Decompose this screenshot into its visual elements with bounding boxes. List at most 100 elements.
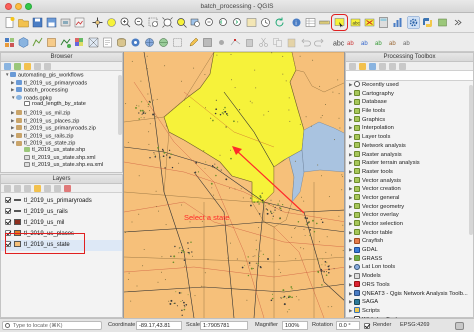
add-spatialite-icon[interactable]	[115, 36, 128, 49]
label-tool-icon[interactable]: abc	[331, 36, 344, 49]
filter-legend-icon[interactable]	[34, 185, 41, 192]
options-icon[interactable]	[399, 63, 406, 70]
processing-item[interactable]: ▶ Vector selection	[346, 220, 473, 229]
magnifier-field[interactable]: 100%	[282, 321, 308, 330]
processing-search-input[interactable]	[346, 71, 473, 81]
add-wms-icon[interactable]	[143, 36, 156, 49]
cut-features-icon[interactable]	[257, 36, 270, 49]
messages-icon[interactable]	[455, 322, 464, 330]
copy-features-icon[interactable]	[271, 36, 284, 49]
processing-item[interactable]: ▶ SAGA	[346, 298, 473, 307]
pan-map-icon[interactable]	[91, 16, 104, 29]
browser-item[interactable]: tl_2019_us_state.shp.ea.xml	[1, 162, 122, 170]
processing-item[interactable]: ▶ Models	[346, 272, 473, 281]
processing-item[interactable]: ▶ Graphics	[346, 116, 473, 125]
save-as-icon[interactable]	[45, 16, 58, 29]
label-show-hide-icon[interactable]: ab	[359, 36, 372, 49]
remove-layer-icon[interactable]	[64, 185, 71, 192]
paste-features-icon[interactable]	[285, 36, 298, 49]
add-vector-layer-icon[interactable]	[59, 36, 72, 49]
add-layer-icon[interactable]	[14, 63, 21, 70]
zoom-native-icon[interactable]	[203, 16, 216, 29]
render-checkbox[interactable]	[364, 323, 370, 329]
rotation-field[interactable]: 0.0 °	[336, 321, 360, 330]
edit-features-in-place-icon[interactable]	[389, 63, 396, 70]
refresh-icon[interactable]	[273, 16, 286, 29]
processing-item[interactable]: ▶ Lat Lon tools	[346, 263, 473, 272]
layer-styling-icon[interactable]	[4, 185, 11, 192]
browser-scrollbar[interactable]	[118, 75, 122, 135]
select-by-value-icon[interactable]: abc	[349, 16, 362, 29]
browser-item[interactable]: ▶ tl_2019_us_places.zip	[1, 117, 122, 125]
processing-item[interactable]: ▶ GRASS	[346, 255, 473, 264]
zoom-rubberband-icon[interactable]	[147, 16, 160, 29]
layer-item[interactable]: tl_2019_us_rails	[1, 207, 122, 218]
history-icon[interactable]	[369, 63, 376, 70]
processing-item[interactable]: ▶ Recently used	[346, 81, 473, 90]
processing-item[interactable]: ▶ Database	[346, 98, 473, 107]
processing-item[interactable]: ▶ Crayfish	[346, 237, 473, 246]
add-raster-layer-icon[interactable]	[73, 36, 86, 49]
processing-item[interactable]: ▶ Cartography	[346, 90, 473, 99]
refresh-browser-icon[interactable]	[4, 63, 11, 70]
more-tools-icon[interactable]	[451, 16, 464, 29]
processing-item[interactable]: ▶ Network analysis	[346, 142, 473, 151]
zoom-full-icon[interactable]	[161, 16, 174, 29]
attribute-table-icon[interactable]	[304, 16, 317, 29]
zoom-in-icon[interactable]	[119, 16, 132, 29]
collapse-all-icon[interactable]	[34, 63, 41, 70]
undo-icon[interactable]	[299, 36, 312, 49]
label-change-icon[interactable]: ab	[401, 36, 414, 49]
browser-item[interactable]: ▼ automating_gis_workflows	[1, 71, 122, 79]
browser-item[interactable]: road_length_by_state	[1, 101, 122, 109]
processing-item[interactable]: ▶ Vector geometry	[346, 203, 473, 212]
manage-themes-icon[interactable]	[24, 185, 31, 192]
filter-browser-icon[interactable]	[24, 63, 31, 70]
scripts-menu-icon[interactable]	[359, 63, 366, 70]
browser-item[interactable]: ▶ tl_2019_us_primaryroads.zip	[1, 124, 122, 132]
expand-all-icon[interactable]	[44, 185, 51, 192]
label-rotate-icon[interactable]: ab	[387, 36, 400, 49]
redo-icon[interactable]	[313, 36, 326, 49]
save-edits-icon[interactable]	[201, 36, 214, 49]
add-wfs-icon[interactable]	[157, 36, 170, 49]
label-move-icon[interactable]: ab	[373, 36, 386, 49]
save-project-icon[interactable]	[31, 16, 44, 29]
label-pin-icon[interactable]: ab	[345, 36, 358, 49]
layer-visibility-checkbox[interactable]	[5, 208, 11, 215]
processing-item[interactable]: ▶ Raster terrain analysis	[346, 159, 473, 168]
browser-item[interactable]: ▼ roads.gpkg	[1, 94, 122, 102]
add-postgis-icon[interactable]	[129, 36, 142, 49]
zoom-next-icon[interactable]	[231, 16, 244, 29]
pan-to-selection-icon[interactable]	[105, 16, 118, 29]
processing-item[interactable]: ▶ Layer tools	[346, 133, 473, 142]
layer-visibility-checkbox[interactable]	[5, 197, 11, 204]
processing-toolbox-icon[interactable]	[407, 16, 420, 29]
identify-features-icon[interactable]: i	[290, 16, 303, 29]
processing-scrollbar[interactable]	[469, 85, 473, 235]
locator-search-input[interactable]: Type to locate (⌘K)	[2, 321, 102, 330]
layer-visibility-checkbox[interactable]	[5, 219, 11, 226]
zoom-out-icon[interactable]	[133, 16, 146, 29]
scale-field[interactable]: 1:7905781	[200, 321, 248, 330]
print-layout-icon[interactable]	[59, 16, 72, 29]
processing-item[interactable]: ▶ Vector table	[346, 229, 473, 238]
digitize-toggle-icon[interactable]	[187, 36, 200, 49]
models-menu-icon[interactable]	[349, 63, 356, 70]
properties-icon[interactable]	[44, 63, 51, 70]
coordinate-field[interactable]: -89.17,43.81	[136, 321, 182, 330]
browser-item[interactable]: ▶ tl_2019_us_primaryroads	[1, 79, 122, 87]
deselect-all-icon[interactable]	[363, 16, 376, 29]
browser-item[interactable]: ▶ tl_2019_us_rails.zip	[1, 132, 122, 140]
delete-selected-icon[interactable]	[243, 36, 256, 49]
browser-item[interactable]: tl_2019_us_state.shp.xml	[1, 155, 122, 163]
processing-item[interactable]: ▶ Vector general	[346, 194, 473, 203]
processing-item[interactable]: ▶ Vector overlay	[346, 211, 473, 220]
add-group-icon[interactable]	[14, 185, 21, 192]
new-scratch-layer-icon[interactable]	[45, 36, 58, 49]
add-mesh-layer-icon[interactable]	[87, 36, 100, 49]
processing-item[interactable]: ▶ File tools	[346, 107, 473, 116]
new-map-view-icon[interactable]	[245, 16, 258, 29]
vertex-tool-icon[interactable]	[229, 36, 242, 49]
data-source-manager-icon[interactable]	[3, 36, 16, 49]
